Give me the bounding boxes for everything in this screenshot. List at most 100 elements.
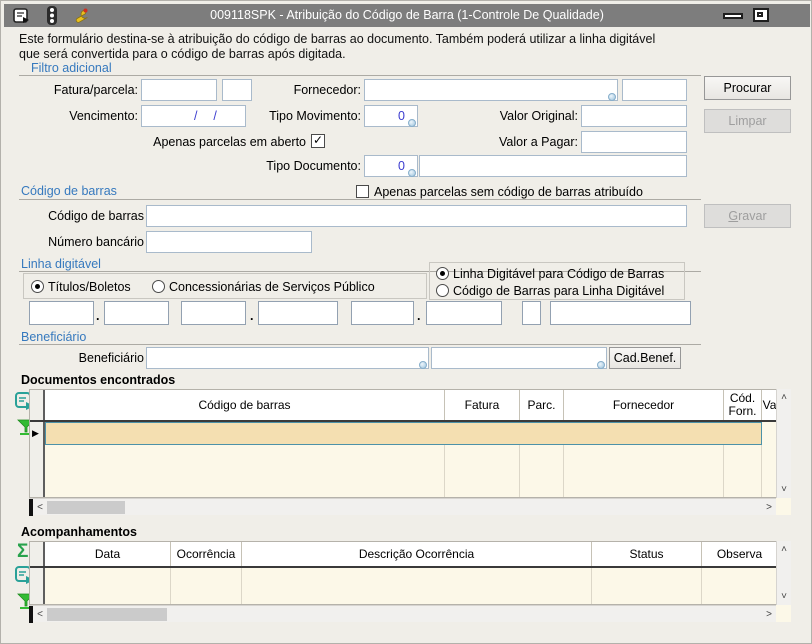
tipo-documento-descricao-input[interactable] — [419, 155, 687, 177]
cell — [762, 422, 777, 445]
apenas-em-aberto-checkbox[interactable]: ✓ — [311, 134, 325, 148]
concessionarias-label: Concessionárias de Serviços Público — [169, 280, 375, 294]
codigo-de-barras-label: Código de barras — [1, 205, 144, 227]
col-cod-forn[interactable]: Cód. Forn. — [724, 390, 762, 420]
linha-segmento-2-input[interactable] — [104, 301, 169, 325]
col-observacao-clipped[interactable]: Observa — [702, 542, 777, 566]
titulos-boletos-label: Títulos/Boletos — [48, 280, 131, 294]
table-row[interactable] — [30, 445, 790, 468]
documentos-horizontal-scrollbar[interactable]: ˂ ˃ — [29, 498, 776, 515]
linha-segmento-final-input[interactable] — [550, 301, 691, 325]
fatura-input[interactable] — [141, 79, 217, 101]
fatura-parcela-label: Fatura/parcela: — [1, 79, 138, 101]
beneficiario-nome-input[interactable] — [146, 347, 429, 369]
navigator-icon[interactable] — [42, 6, 62, 25]
fornecedor-codigo-input[interactable] — [622, 79, 687, 101]
valor-a-pagar-label: Valor a Pagar: — [431, 131, 578, 153]
current-row-marker: ▶ — [30, 422, 45, 445]
divider-codigo-barras — [19, 199, 701, 200]
table-row[interactable] — [30, 568, 790, 591]
table-row[interactable] — [30, 468, 790, 491]
divider-beneficiario — [19, 344, 701, 345]
table-row[interactable] — [30, 591, 790, 605]
exit-icon[interactable] — [12, 6, 32, 25]
scroll-right-icon[interactable]: ˃ — [762, 500, 776, 515]
valor-a-pagar-input[interactable] — [581, 131, 687, 153]
section-filtro-adicional: Filtro adicional — [31, 61, 112, 75]
scroll-up-icon[interactable]: ˄ — [777, 542, 791, 557]
window-title: 009118SPK - Atribuição do Código de Barr… — [4, 4, 810, 27]
titulos-boletos-radio[interactable] — [31, 280, 44, 293]
row-selector-header — [30, 542, 45, 566]
apenas-sem-codigo-checkbox[interactable] — [356, 185, 369, 198]
wrench-icon-glyph — [71, 7, 90, 25]
titlebar: 009118SPK - Atribuição do Código de Barr… — [4, 4, 810, 27]
codigo-para-linha-radio[interactable] — [436, 284, 449, 297]
scroll-up-icon[interactable]: ˄ — [777, 390, 791, 405]
minimize-button[interactable] — [723, 13, 743, 19]
col-valor-clipped[interactable]: Va — [762, 390, 777, 420]
col-codigo-de-barras[interactable]: Código de barras — [45, 390, 445, 420]
linha-segmento-1-input[interactable] — [29, 301, 94, 325]
beneficiario-documento-input[interactable] — [431, 347, 607, 369]
direcao-conversao-groupbox: Linha Digitável para Código de Barras Có… — [429, 262, 685, 300]
linha-segmento-6-input[interactable] — [426, 301, 502, 325]
numero-bancario-label: Número bancário — [1, 231, 144, 253]
acompanhamentos-title: Acompanhamentos — [21, 525, 137, 539]
valor-original-input[interactable] — [581, 105, 687, 127]
acompanhamentos-grid: Data Ocorrência Descrição Ocorrência Sta… — [29, 541, 791, 605]
codigo-de-barras-input[interactable] — [146, 205, 687, 227]
col-ocorrencia[interactable]: Ocorrência — [171, 542, 242, 566]
section-codigo-de-barras: Código de barras — [21, 184, 117, 198]
cad-benef-button[interactable]: Cad.Benef. — [609, 347, 681, 369]
col-status[interactable]: Status — [592, 542, 702, 566]
linha-para-codigo-label: Linha Digitável para Código de Barras — [453, 267, 664, 281]
form-description-line1: Este formulário destina-se à atribuição … — [19, 32, 655, 46]
scroll-right-icon[interactable]: ˃ — [762, 607, 776, 622]
procurar-button[interactable]: Procurar — [704, 76, 791, 100]
form-description-line2: que será convertida para o código de bar… — [19, 47, 346, 61]
segment-dot: . — [96, 305, 99, 327]
scroll-left-icon[interactable]: ˂ — [33, 607, 47, 622]
lookup-indicator — [608, 93, 616, 101]
table-row-selected[interactable]: ▶ — [30, 422, 790, 445]
linha-segmento-4-input[interactable] — [258, 301, 338, 325]
fornecedor-input[interactable] — [364, 79, 618, 101]
linha-digito-verificador-input[interactable] — [522, 301, 541, 325]
linha-segmento-5-input[interactable] — [351, 301, 414, 325]
acompanhamentos-horizontal-scrollbar[interactable]: ˂ ˃ — [29, 605, 776, 622]
documentos-vertical-scrollbar[interactable]: ˄ ˅ — [776, 389, 791, 498]
linha-segmento-3-input[interactable] — [181, 301, 246, 325]
application-window: 009118SPK - Atribuição do Código de Barr… — [0, 0, 812, 644]
lookup-indicator — [408, 119, 416, 127]
maximize-button[interactable] — [753, 8, 769, 22]
col-data[interactable]: Data — [45, 542, 171, 566]
limpar-button[interactable]: Limpar — [704, 109, 791, 133]
linha-para-codigo-radio[interactable] — [436, 267, 449, 280]
tools-wrench-icon[interactable] — [70, 6, 90, 25]
col-fatura[interactable]: Fatura — [445, 390, 520, 420]
fornecedor-label: Fornecedor: — [231, 79, 361, 101]
gravar-button[interactable]: Gravar — [704, 204, 791, 228]
scroll-left-icon[interactable]: ˂ — [33, 500, 47, 515]
scrollbar-thumb[interactable] — [47, 608, 167, 621]
documentos-encontrados-title: Documentos encontrados — [21, 373, 175, 387]
numero-bancario-input[interactable] — [146, 231, 312, 253]
row-selector-header — [30, 390, 45, 420]
scrollbar-thumb[interactable] — [47, 501, 125, 514]
sum-sigma-icon[interactable]: Σ — [17, 542, 28, 561]
col-parc[interactable]: Parc. — [520, 390, 564, 420]
scroll-down-icon[interactable]: ˅ — [777, 482, 791, 497]
valor-original-label: Valor Original: — [431, 105, 578, 127]
scroll-down-icon[interactable]: ˅ — [777, 589, 791, 604]
table-row[interactable] — [30, 491, 790, 498]
col-descricao-ocorrencia[interactable]: Descrição Ocorrência — [242, 542, 592, 566]
col-fornecedor[interactable]: Fornecedor — [564, 390, 724, 420]
acompanhamentos-header-row: Data Ocorrência Descrição Ocorrência Sta… — [30, 542, 790, 568]
lookup-indicator — [419, 361, 427, 369]
concessionarias-radio[interactable] — [152, 280, 165, 293]
tipo-linha-groupbox: Títulos/Boletos Concessionárias de Servi… — [23, 273, 427, 299]
segment-dot: . — [250, 305, 253, 327]
acompanhamentos-vertical-scrollbar[interactable]: ˄ ˅ — [776, 541, 791, 605]
documentos-header-row: Código de barras Fatura Parc. Fornecedor… — [30, 390, 790, 422]
